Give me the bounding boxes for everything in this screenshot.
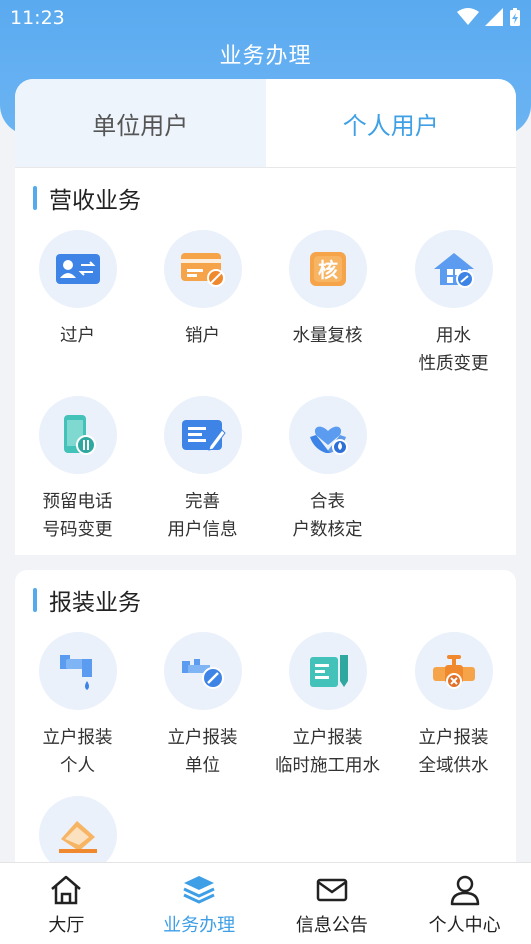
section-title-bar [33, 186, 37, 210]
section-title-bar [33, 588, 37, 612]
nav-item-announcements[interactable]: 信息公告 [266, 863, 399, 944]
service-item-phone-change[interactable]: 预留电话 号码变更 [15, 396, 140, 544]
service-item-meter-household-check[interactable]: 合表 户数核定 [265, 396, 390, 544]
user-type-tabs: 单位用户 个人用户 [15, 79, 516, 168]
service-item-install-regional-supply[interactable]: 立户报装 全域供水 [391, 632, 516, 780]
bottom-navigation: 大厅 业务办理 信息公告 个人中心 [0, 862, 531, 944]
mail-icon [316, 878, 348, 902]
meter-document-icon [288, 632, 367, 710]
service-item-complete-info[interactable]: 完善 用户信息 [140, 396, 265, 544]
service-item-label: 预留电话 号码变更 [42, 492, 113, 540]
hand-heart-water-icon [288, 396, 367, 474]
nav-label: 个人中心 [428, 915, 501, 936]
installation-business-card: 报装业务 立户报装 个人 立户报装 单位 立户报装 临时施工用水 立户报装 全域… [15, 570, 516, 874]
service-item-usage-type-change[interactable]: 用水 性质变更 [391, 230, 516, 378]
service-item-label: 合表 户数核定 [292, 492, 363, 540]
nav-label: 信息公告 [295, 915, 368, 936]
battery-icon [510, 8, 520, 26]
service-item-label: 销户 [185, 326, 220, 346]
service-item-cancel-account[interactable]: 销户 [140, 230, 265, 350]
nav-item-business[interactable]: 业务办理 [133, 863, 266, 944]
service-item-label: 完善 用户信息 [167, 492, 238, 540]
valve-cross-icon [414, 632, 493, 710]
section-title: 营收业务 [33, 183, 141, 214]
service-item-label: 立户报装 单位 [167, 728, 238, 776]
section-title: 报装业务 [33, 585, 141, 616]
tab-personal-user[interactable]: 个人用户 [265, 79, 516, 168]
service-item-install-personal[interactable]: 立户报装 个人 [15, 632, 140, 780]
edit-info-icon [163, 396, 242, 474]
service-item-label: 用水 性质变更 [418, 326, 489, 374]
phone-change-icon [38, 396, 117, 474]
svg-text:核: 核 [318, 258, 338, 282]
wifi-icon [457, 8, 479, 25]
service-item-label: 立户报装 全域供水 [418, 728, 489, 776]
status-time: 11:23 [10, 7, 65, 29]
service-item-install-temp-construction[interactable]: 立户报装 临时施工用水 [265, 632, 390, 780]
nav-label: 大厅 [48, 915, 85, 936]
status-bar: 11:23 [0, 0, 531, 36]
nav-item-profile[interactable]: 个人中心 [398, 863, 531, 944]
nav-label: 业务办理 [163, 915, 236, 936]
page-title: 业务办理 [219, 44, 312, 69]
service-item-label: 立户报装 个人 [42, 728, 113, 776]
service-item-water-review[interactable]: 核 水量复核 [265, 230, 390, 350]
nav-item-hall[interactable]: 大厅 [0, 863, 133, 944]
pipe-edit-icon [163, 632, 242, 710]
revenue-business-card: 营收业务 过户 销户 核 水量复核 用水 性质变更 预留电话 号码变更 完善 用… [15, 168, 516, 555]
section-title-text: 报装业务 [49, 590, 141, 616]
service-item-transfer[interactable]: 过户 [15, 230, 140, 350]
id-card-transfer-icon [38, 230, 117, 308]
faucet-drip-icon [38, 632, 117, 710]
layers-icon [183, 876, 215, 904]
status-icons [457, 7, 521, 27]
service-item-label: 立户报装 临时施工用水 [275, 728, 380, 776]
user-icon [450, 875, 479, 906]
verify-stamp-icon: 核 [288, 230, 367, 308]
section-title-text: 营收业务 [49, 188, 141, 214]
house-water-icon [414, 230, 493, 308]
service-item-label: 水量复核 [292, 326, 363, 346]
home-icon [51, 875, 82, 905]
service-item-install-unit[interactable]: 立户报装 单位 [140, 632, 265, 780]
tab-unit-user[interactable]: 单位用户 [15, 79, 266, 168]
card-cancel-icon [163, 230, 242, 308]
service-item-label: 过户 [60, 326, 95, 346]
signal-icon [485, 8, 503, 26]
